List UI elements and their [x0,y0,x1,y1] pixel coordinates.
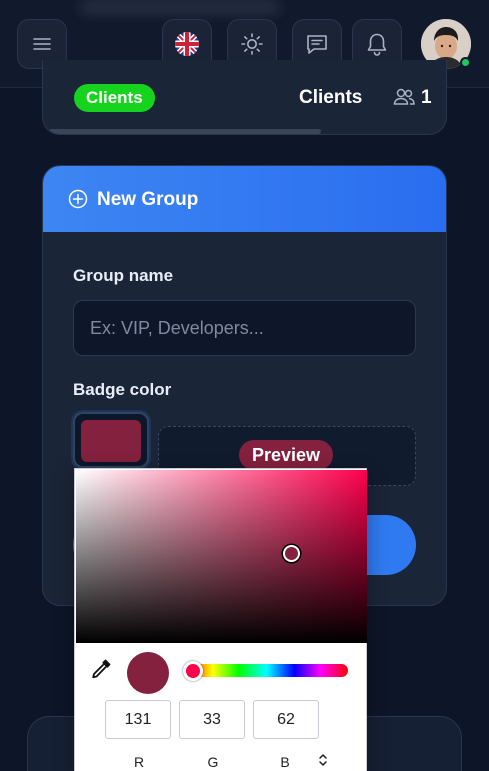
current-color-preview [127,652,169,694]
users-icon [393,88,415,105]
blue-input[interactable] [253,700,319,739]
bell-icon [367,33,387,56]
swatch-fill [81,420,141,462]
uk-flag-icon [175,32,199,56]
up-down-chevron-icon[interactable] [318,753,328,767]
hue-slider[interactable] [185,664,348,677]
sun-icon [241,33,263,55]
green-label: G [207,754,219,770]
clients-group-card: Clients Clients 1 [42,60,447,135]
hamburger-icon [33,38,51,50]
new-group-title: New Group [97,189,199,210]
new-group-header: New Group [43,166,446,232]
group-name-input[interactable] [73,300,416,356]
clients-badge: Clients [74,84,155,112]
saturation-value-area[interactable] [76,470,367,643]
color-picker-popover: R G B [74,468,367,771]
hue-slider-handle[interactable] [183,661,203,681]
green-input[interactable] [179,700,245,739]
horizontal-scrollbar[interactable] [49,129,321,134]
badge-color-label: Badge color [73,380,172,399]
saturation-value-handle[interactable] [283,545,300,562]
member-count: 1 [421,87,432,108]
chat-icon [307,35,327,54]
online-status-dot [460,57,471,68]
clients-group-title: Clients [299,87,363,108]
red-input[interactable] [105,700,171,739]
topbar-glow [80,0,280,14]
blue-label: B [280,754,290,770]
eyedropper-icon[interactable] [90,658,112,680]
red-label: R [133,754,145,770]
group-name-label: Group name [73,266,174,285]
plus-circle-icon [68,189,88,209]
badge-color-swatch[interactable] [73,412,149,468]
preview-badge: Preview [239,440,334,470]
